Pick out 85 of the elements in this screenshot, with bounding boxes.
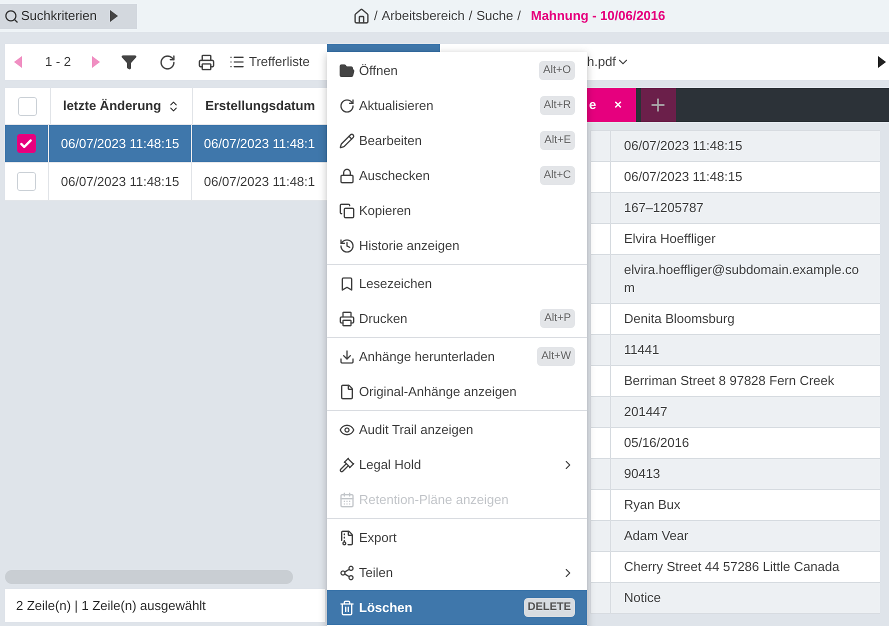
breadcrumb-link[interactable]: Suche — [476, 6, 514, 26]
breadcrumb-current: Mahnung - 10/06/2016 — [530, 7, 666, 26]
menu-item[interactable]: Audit Trail anzeigen — [327, 412, 587, 447]
table-cell: 06/07/2023 11:48:15 — [48, 125, 192, 162]
field-value: 201447 — [623, 403, 668, 421]
gavel-icon — [339, 456, 355, 472]
page-range: 1 - 2 — [45, 53, 72, 72]
search-icon — [4, 8, 19, 24]
scroll-right-icon[interactable] — [877, 55, 887, 69]
row-checkbox[interactable] — [16, 172, 36, 191]
field-value: Adam Vear — [623, 527, 690, 545]
results-list-button[interactable]: Trefferliste — [229, 52, 310, 72]
menu-item[interactable]: Lesezeichen — [327, 266, 587, 301]
field-value: Denita Bloomsburg — [623, 310, 736, 328]
document-tab[interactable]: e × — [587, 88, 636, 122]
share-icon — [339, 564, 355, 580]
shortcut-badge: Alt+C — [540, 166, 575, 185]
expand-triangle-icon[interactable] — [108, 9, 119, 23]
shortcut-badge: Alt+P — [540, 309, 575, 328]
menu-item[interactable]: Auschecken Alt+C — [327, 158, 587, 193]
field-value: Cherry Street 44 57286 Little Canada — [623, 558, 840, 576]
archive-file-icon — [339, 530, 355, 546]
shortcut-badge: Alt+E — [540, 131, 575, 150]
menu-item[interactable]: Legal Hold — [327, 447, 587, 482]
tab-close[interactable]: × — [614, 95, 622, 115]
field-value: 167–1205787 — [623, 199, 705, 217]
file-dropdown[interactable]: h.pdf — [587, 52, 630, 72]
field-value: Notice — [623, 589, 662, 607]
menu-item[interactable]: Original-Anhänge anzeigen — [327, 374, 587, 409]
pencil-icon — [339, 132, 355, 148]
column-header[interactable]: Erstellungsdatum — [193, 88, 327, 124]
print-icon — [339, 310, 355, 326]
menu-item[interactable]: Drucken Alt+P — [327, 301, 587, 336]
trash-icon — [339, 600, 355, 616]
field-value: elvira.hoeffliger@subdomain.example.com — [623, 261, 860, 297]
table-cell-text: 06/07/2023 11:48:1 — [202, 134, 316, 153]
menu-item[interactable]: Kopieren — [327, 193, 587, 228]
status-text: 2 Zeile(n) | 1 Zeile(n) ausgewählt — [5, 589, 325, 622]
field-value: 06/07/2023 11:48:15 — [623, 137, 744, 155]
menu-item[interactable]: Löschen DELETE — [327, 590, 587, 625]
shortcut-badge: DELETE — [524, 598, 575, 617]
field-value: 06/07/2023 11:48:15 — [623, 168, 744, 186]
field-value: 90413 — [623, 465, 662, 483]
bookmark-icon — [339, 276, 355, 292]
download-icon — [339, 348, 355, 364]
list-icon — [229, 54, 246, 70]
row-checkbox[interactable] — [16, 134, 36, 153]
column-header[interactable]: letzte Änderung — [50, 88, 194, 124]
field-value: 05/16/2016 — [623, 434, 690, 452]
file-icon — [339, 384, 355, 400]
shortcut-badge: Alt+O — [539, 61, 575, 80]
menu-item[interactable]: Anhänge herunterladen Alt+W — [327, 339, 587, 374]
field-value: Elvira Hoeffliger — [623, 230, 717, 248]
search-criteria-button[interactable]: Suchkriterien — [0, 4, 137, 28]
folder-icon — [339, 62, 355, 78]
home-icon[interactable] — [353, 8, 370, 24]
field-value: Ryan Bux — [623, 496, 682, 514]
calendar-icon — [339, 492, 355, 508]
menu-item[interactable]: Öffnen Alt+O — [327, 53, 587, 88]
row-checkbox[interactable] — [18, 96, 37, 116]
breadcrumb-separator: / — [468, 7, 472, 26]
table-cell: 06/07/2023 11:48:15 — [48, 163, 192, 200]
field-value: Berriman Street 8 97828 Fern Creek — [623, 372, 836, 390]
copy-icon — [339, 202, 355, 218]
add-tab-button[interactable] — [640, 88, 676, 122]
shortcut-badge: Alt+R — [540, 96, 575, 115]
refresh-icon — [339, 98, 355, 114]
breadcrumb-link[interactable]: Arbeitsbereich — [382, 6, 465, 26]
lock-icon — [339, 168, 355, 184]
print-icon[interactable] — [198, 54, 216, 70]
refresh-icon[interactable] — [159, 54, 176, 70]
menu-item[interactable]: Aktualisieren Alt+R — [327, 88, 587, 123]
menu-item[interactable]: Historie anzeigen — [327, 228, 587, 263]
filter-icon[interactable] — [121, 54, 138, 70]
checkmark-icon — [19, 136, 34, 150]
shortcut-badge: Alt+W — [537, 347, 575, 366]
menu-item[interactable]: Bearbeiten Alt+E — [327, 123, 587, 158]
field-value: 11441 — [623, 341, 660, 359]
table-cell-text: 06/07/2023 11:48:1 — [202, 172, 316, 191]
breadcrumb-separator: / — [517, 7, 521, 26]
menu-item[interactable]: Export — [327, 520, 587, 555]
history-icon — [339, 238, 355, 254]
menu-item[interactable]: Teilen — [327, 555, 587, 590]
breadcrumb-separator: / — [374, 7, 378, 26]
eye-icon — [339, 422, 355, 438]
